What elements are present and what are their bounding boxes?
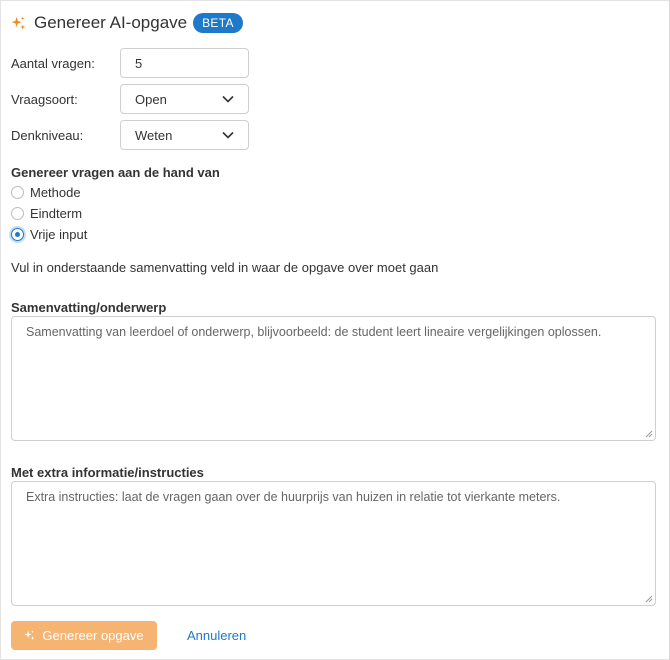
question-count-label: Aantal vragen: xyxy=(11,55,95,71)
page-title: Genereer AI-opgave xyxy=(34,13,188,32)
generate-button-label: Genereer opgave xyxy=(42,628,144,643)
question-count-value: 5 xyxy=(135,55,143,71)
radio-label: Vrije input xyxy=(30,227,88,242)
question-type-row: Vraagsoort: Open xyxy=(11,84,249,114)
modal-header: Genereer AI-opgave BETA xyxy=(11,10,243,36)
radio-button[interactable] xyxy=(11,207,24,220)
chevron-down-icon xyxy=(222,95,234,103)
extra-placeholder: Extra instructies: laat de vragen gaan o… xyxy=(26,490,561,504)
summary-label: Samenvatting/onderwerp xyxy=(11,300,167,315)
radio-label: Eindterm xyxy=(30,206,83,221)
radio-button-selected[interactable] xyxy=(11,228,24,241)
generate-from-title: Genereer vragen aan de hand van xyxy=(11,165,220,180)
extra-textarea[interactable]: Extra instructies: laat de vragen gaan o… xyxy=(11,481,656,606)
generate-button[interactable]: Genereer opgave xyxy=(11,621,157,650)
sparkle-icon xyxy=(24,630,35,640)
resize-handle-icon[interactable] xyxy=(645,595,653,603)
beta-badge: BETA xyxy=(193,13,243,33)
thinking-level-select[interactable]: Weten xyxy=(120,120,249,150)
instruction-text: Vul in onderstaande samenvatting veld in… xyxy=(11,260,439,275)
question-count-row: Aantal vragen: 5 xyxy=(11,48,249,78)
radio-label: Methode xyxy=(30,185,81,200)
resize-handle-icon[interactable] xyxy=(645,430,653,438)
summary-textarea[interactable]: Samenvatting van leerdoel of onderwerp, … xyxy=(11,316,656,441)
thinking-level-label: Denkniveau: xyxy=(11,127,84,143)
question-type-label: Vraagsoort: xyxy=(11,91,78,107)
extra-label: Met extra informatie/instructies xyxy=(11,465,204,480)
radio-button[interactable] xyxy=(11,186,24,199)
thinking-level-row: Denkniveau: Weten xyxy=(11,120,249,150)
question-type-value: Open xyxy=(135,91,167,107)
question-count-input[interactable]: 5 xyxy=(120,48,249,78)
chevron-down-icon xyxy=(222,131,234,139)
sparkle-icon xyxy=(11,15,26,29)
summary-placeholder: Samenvatting van leerdoel of onderwerp, … xyxy=(26,325,602,339)
thinking-level-value: Weten xyxy=(135,127,173,143)
radio-eindterm[interactable]: Eindterm xyxy=(11,206,82,221)
radio-vrije-input[interactable]: Vrije input xyxy=(11,227,87,242)
cancel-link[interactable]: Annuleren xyxy=(187,628,246,643)
radio-methode[interactable]: Methode xyxy=(11,185,81,200)
question-type-select[interactable]: Open xyxy=(120,84,249,114)
